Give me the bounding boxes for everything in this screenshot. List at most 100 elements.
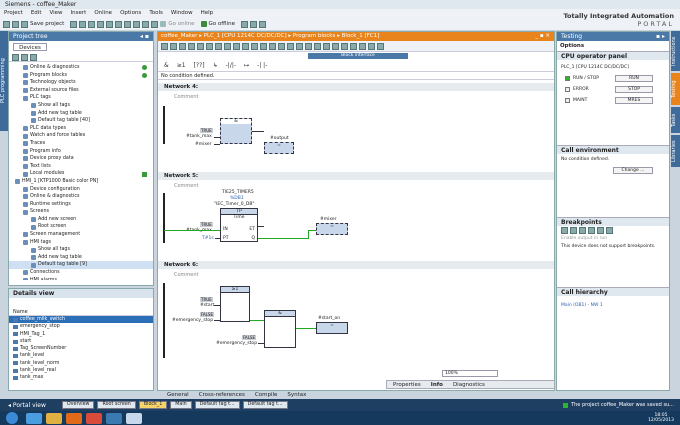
menu-online[interactable]: Online bbox=[94, 10, 112, 16]
tree-item[interactable]: Add new screen bbox=[9, 216, 153, 224]
details-item[interactable]: Tag_ScreenNumber bbox=[9, 345, 153, 352]
details-item[interactable]: emergency_stop bbox=[9, 323, 153, 330]
tab-properties[interactable]: Properties bbox=[393, 382, 421, 388]
go-online-button[interactable]: Go online bbox=[160, 21, 195, 27]
tree-tool-icon[interactable] bbox=[30, 53, 37, 61]
open-branch-icon[interactable]: ↳ bbox=[213, 62, 218, 69]
window-controls-icon[interactable]: _ ▪ ✕ bbox=[535, 32, 550, 41]
editor-tool-icon[interactable] bbox=[197, 42, 204, 50]
menu-project[interactable]: Project bbox=[4, 10, 23, 16]
menu-options[interactable]: Options bbox=[120, 10, 141, 16]
tree-item[interactable]: Online & diagnostics bbox=[9, 64, 153, 72]
tab-testing[interactable]: Testing bbox=[671, 73, 680, 105]
details-view-header[interactable]: Details view bbox=[9, 289, 153, 298]
close-editor-icon[interactable] bbox=[258, 20, 266, 28]
tree-item[interactable]: PLC data types bbox=[9, 125, 153, 133]
close-branch-icon[interactable]: ↦ bbox=[244, 62, 249, 69]
collapse-icon[interactable]: ◂ ▪ bbox=[140, 32, 149, 41]
operand-tank-max-n4[interactable]: #tank_max bbox=[186, 134, 212, 139]
tree-item[interactable]: External source files bbox=[9, 87, 153, 95]
editor-tool-icon[interactable] bbox=[332, 42, 339, 50]
tp-timer-block[interactable]: TP Time IN PT ET Q bbox=[220, 208, 258, 242]
timer-db-label[interactable]: "IEC_Timer_0_DB" bbox=[214, 202, 254, 207]
compile-icon[interactable] bbox=[133, 20, 141, 28]
media-icon[interactable] bbox=[66, 412, 82, 424]
details-item[interactable]: tank_max bbox=[9, 374, 153, 381]
editor-tool-icon[interactable] bbox=[233, 42, 240, 50]
tree-item[interactable]: Show all tags bbox=[9, 102, 153, 110]
tree-item[interactable]: Root screen bbox=[9, 223, 153, 231]
print-icon[interactable] bbox=[70, 20, 78, 28]
network-5-comment[interactable]: Comment bbox=[174, 183, 199, 189]
split-editor-icon[interactable] bbox=[249, 20, 257, 28]
editor-tool-icon[interactable] bbox=[341, 42, 348, 50]
editor-tool-icon[interactable] bbox=[215, 42, 222, 50]
menu-window[interactable]: Window bbox=[171, 10, 193, 16]
editor-tool-icon[interactable] bbox=[359, 42, 366, 50]
bp-tool-icon[interactable] bbox=[579, 226, 586, 234]
tree-item[interactable]: Add new tag table bbox=[9, 110, 153, 118]
change-button[interactable]: Change ... bbox=[613, 167, 653, 174]
menu-view[interactable]: View bbox=[49, 10, 62, 16]
vmware-icon[interactable] bbox=[106, 412, 122, 424]
cpu-operator-panel-header[interactable]: CPU operator panel bbox=[557, 51, 669, 60]
download-icon[interactable] bbox=[142, 20, 150, 28]
tree-item[interactable]: HMI tags bbox=[9, 239, 153, 247]
explorer-icon[interactable] bbox=[46, 412, 62, 424]
or-block-n6[interactable]: ≥1 bbox=[220, 286, 250, 322]
portal-tab-root-screen[interactable]: Root screen bbox=[97, 401, 136, 409]
tree-item[interactable]: Watch and force tables bbox=[9, 132, 153, 140]
details-item[interactable]: HMI_Tag_1 bbox=[9, 331, 153, 338]
editor-tool-icon[interactable] bbox=[179, 42, 186, 50]
editor-tool-icon[interactable] bbox=[368, 42, 375, 50]
zoom-select[interactable]: 100% bbox=[442, 370, 498, 377]
run-button[interactable]: RUN bbox=[615, 75, 653, 82]
tree-item[interactable]: Traces bbox=[9, 140, 153, 148]
bp-tool-icon[interactable] bbox=[588, 226, 595, 234]
tree-tool-icon[interactable] bbox=[21, 53, 28, 61]
operand-start-n6[interactable]: #start bbox=[200, 303, 214, 308]
undo-icon[interactable] bbox=[115, 20, 123, 28]
operand-emergency-stop-n6[interactable]: #emergency_stop bbox=[172, 318, 213, 323]
and-block-n6[interactable]: & bbox=[264, 310, 296, 348]
mres-button[interactable]: MRES bbox=[615, 97, 653, 104]
assignment-block-n4[interactable]: = bbox=[264, 142, 294, 154]
tab-libraries[interactable]: Libraries bbox=[671, 135, 680, 167]
tree-item[interactable]: Technology objects bbox=[9, 79, 153, 87]
editor-tool-icon[interactable] bbox=[161, 42, 168, 50]
details-item[interactable]: tank_level bbox=[9, 352, 153, 359]
tab-tasks[interactable]: Tasks bbox=[671, 107, 680, 133]
editor-tool-icon[interactable] bbox=[224, 42, 231, 50]
tab-devices[interactable]: Devices bbox=[13, 43, 47, 51]
network-6-comment[interactable]: Comment bbox=[174, 272, 199, 278]
tree-item[interactable]: Online & diagnostics bbox=[9, 193, 153, 201]
tree-item[interactable]: PLC tags bbox=[9, 94, 153, 102]
go-offline-button[interactable]: Go offline bbox=[200, 21, 235, 27]
editor-tool-icon[interactable] bbox=[242, 42, 249, 50]
empty-box-icon[interactable]: [??] bbox=[194, 62, 205, 69]
editor-tool-icon[interactable] bbox=[323, 42, 330, 50]
details-item[interactable]: tank_level_real bbox=[9, 367, 153, 374]
details-column-name[interactable]: Name bbox=[9, 308, 153, 316]
details-item[interactable]: tank_level_norm bbox=[9, 360, 153, 367]
portal-tab-block-1[interactable]: Block_1 bbox=[138, 401, 168, 409]
upload-icon[interactable] bbox=[151, 20, 159, 28]
tree-item[interactable]: Add new tag table bbox=[9, 254, 153, 262]
collapse-icon[interactable]: ▪ ▸ bbox=[656, 32, 665, 41]
tree-item[interactable]: HMI_1 [KTP1000 Basic color PN] bbox=[9, 178, 153, 186]
tree-item[interactable]: Default tag table [40] bbox=[9, 117, 153, 125]
tree-item[interactable]: Device configuration bbox=[9, 186, 153, 194]
operand-emergency-stop-n6-b[interactable]: #emergency_stop bbox=[216, 341, 257, 346]
clock[interactable]: 18:05 12/05/2013 bbox=[648, 413, 674, 423]
portal-tab-default-tag-table-2[interactable]: Default tag t... bbox=[242, 401, 288, 409]
block-interface-handle[interactable]: Block interface bbox=[308, 53, 408, 59]
delete-icon[interactable] bbox=[106, 20, 114, 28]
tree-tool-icon[interactable] bbox=[12, 53, 19, 61]
tia-portal-icon[interactable] bbox=[126, 412, 142, 424]
menu-tools[interactable]: Tools bbox=[149, 10, 163, 16]
editor-tool-icon[interactable] bbox=[296, 42, 303, 50]
editor-tool-icon[interactable] bbox=[260, 42, 267, 50]
tree-item[interactable]: Local modules bbox=[9, 170, 153, 178]
editor-tool-icon[interactable] bbox=[287, 42, 294, 50]
and-box-icon[interactable]: & bbox=[164, 62, 169, 69]
